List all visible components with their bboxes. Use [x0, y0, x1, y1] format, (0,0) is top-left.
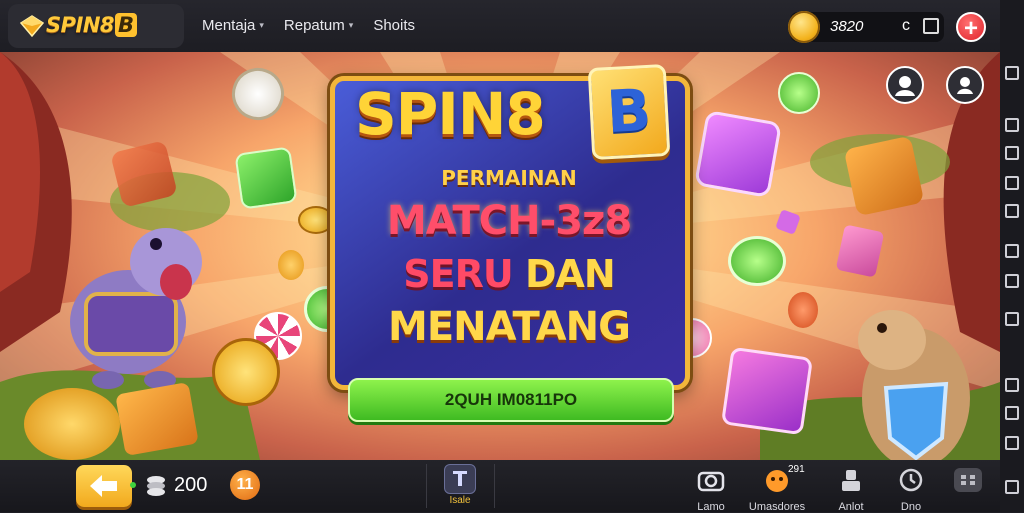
- coin-value: 3820: [830, 18, 864, 35]
- nav-lamo-label: Lamo: [697, 501, 725, 513]
- banner-subtitle: PERMAINAN: [441, 166, 577, 190]
- top-nav: Mentaja ▾ Repatum ▾ Shoits: [202, 17, 415, 34]
- logo-text: SPIN8 B: [46, 13, 137, 37]
- purple-cat-tile-icon: [693, 109, 783, 199]
- sidebar-icon[interactable]: [1005, 480, 1019, 494]
- play-now-button[interactable]: 2QUH IM0811PO: [348, 378, 674, 422]
- clock-icon: [899, 468, 923, 492]
- divider: [494, 464, 495, 508]
- sidebar-icon[interactable]: [1005, 204, 1019, 218]
- add-coins-button[interactable]: +: [956, 12, 986, 42]
- logo[interactable]: SPIN8 B: [8, 4, 184, 48]
- green-gem-tile-icon: [234, 146, 298, 210]
- gold-coin-icon: [24, 388, 120, 460]
- chip-stack-icon: [147, 476, 165, 496]
- purple-gem-tile-icon: [720, 346, 814, 436]
- nav-anlot-label: Anlot: [838, 501, 864, 513]
- nav-grid[interactable]: [952, 466, 984, 499]
- sidebar-icon[interactable]: [1005, 66, 1019, 80]
- seal-character-icon: [858, 310, 970, 460]
- pause-button[interactable]: 11: [230, 470, 260, 500]
- bottom-bar: 200 11 Isale Lamo 291 Umasdores Anlot Dn…: [0, 460, 1000, 513]
- coin-suffix: c: [902, 17, 910, 34]
- banner-headline-1: MATCH-3z8: [386, 198, 632, 244]
- chevron-down-icon: ▾: [259, 20, 264, 30]
- sidebar-icon[interactable]: [1005, 176, 1019, 190]
- sidebar-icon[interactable]: [1005, 274, 1019, 288]
- document-icon: [444, 464, 476, 494]
- nav-badge: 291: [788, 464, 805, 475]
- coin-icon: [278, 250, 304, 280]
- green-chip-icon: [778, 72, 820, 114]
- coin-icon: [298, 206, 334, 234]
- nav-item-mentaja[interactable]: Mentaja ▾: [202, 17, 264, 34]
- divider: [426, 464, 427, 508]
- account-button[interactable]: [946, 66, 984, 104]
- coin-icon: [788, 11, 820, 43]
- arrow-left-icon: [90, 475, 117, 497]
- sidebar-icon[interactable]: [1005, 378, 1019, 392]
- sidebar-icon[interactable]: [1005, 244, 1019, 258]
- user-icon: [957, 77, 973, 94]
- nav-umasdores[interactable]: 291 Umasdores: [748, 464, 806, 513]
- game-stage: SPIN8 B PERMAINAN MATCH-3z8 SERU DAN MEN…: [0, 52, 1000, 460]
- center-menu-button[interactable]: Isale: [440, 464, 480, 508]
- orange-tile-icon: [843, 135, 925, 217]
- profile-button[interactable]: [886, 66, 924, 104]
- orange-tile-icon: [115, 382, 199, 456]
- sidebar-icon[interactable]: [1005, 312, 1019, 326]
- center-menu-label: Isale: [449, 495, 471, 506]
- camera-icon: [697, 471, 725, 492]
- green-chip-icon: [728, 236, 786, 286]
- nav-lamo[interactable]: Lamo: [692, 466, 730, 513]
- wallet-icon[interactable]: [923, 18, 939, 34]
- banner-headline-3: MENATANG: [388, 304, 631, 350]
- banner-headline-2: SERU DAN: [403, 252, 615, 296]
- hippo-character-icon: [70, 228, 202, 389]
- nav-dno[interactable]: Dno: [896, 466, 926, 513]
- grid-icon: [954, 468, 982, 492]
- nav-item-shoits[interactable]: Shoits: [373, 17, 415, 34]
- user-icon: [842, 470, 860, 491]
- nav-anlot[interactable]: Anlot: [834, 466, 868, 513]
- banner-title-badge: B: [587, 64, 671, 160]
- right-sidebar: [1000, 0, 1024, 512]
- nav-item-repatum[interactable]: Repatum ▾: [284, 17, 353, 34]
- coin-balance: 3820 c: [788, 11, 944, 43]
- avatar-icon: [895, 76, 915, 96]
- chip-balance: 200: [174, 474, 208, 496]
- sidebar-icon[interactable]: [1005, 406, 1019, 420]
- sidebar-icon[interactable]: [1005, 436, 1019, 450]
- gold-coin-icon: [212, 338, 280, 406]
- orange-chip-icon: [788, 292, 818, 328]
- gem-icon: [20, 15, 44, 37]
- back-button[interactable]: [76, 465, 132, 507]
- nav-dno-label: Dno: [900, 501, 922, 513]
- sidebar-icon[interactable]: [1005, 118, 1019, 132]
- top-bar: SPIN8 B Mentaja ▾ Repatum ▾ Shoits 3820 c +: [0, 0, 1000, 52]
- nav-umasdores-label: Umasdores: [748, 501, 806, 513]
- online-indicator: [130, 482, 136, 488]
- chevron-down-icon: ▾: [348, 20, 354, 30]
- sidebar-icon[interactable]: [1005, 146, 1019, 160]
